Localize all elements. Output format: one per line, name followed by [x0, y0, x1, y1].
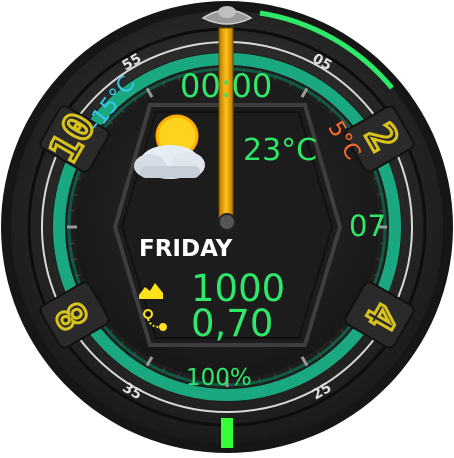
hand-hub	[218, 213, 236, 231]
battery-level: 100%	[186, 365, 252, 391]
watch-face: 05 25 35 55 2 4 8 10 00:00 23°C -15°C 5°…	[0, 0, 454, 454]
digital-time: 00:00	[180, 67, 273, 105]
current-temperature: 23°C	[243, 133, 318, 168]
ufo-dome	[218, 6, 236, 18]
bottom-marker	[221, 418, 233, 448]
minor-tick	[67, 209, 74, 212]
minor-tick	[380, 242, 387, 245]
minor-tick	[67, 242, 74, 245]
distance-value: 0,70	[191, 302, 274, 345]
hour-hand	[218, 27, 234, 221]
day-of-month: 07	[349, 209, 386, 243]
weekday-label: FRIDAY	[139, 236, 233, 262]
